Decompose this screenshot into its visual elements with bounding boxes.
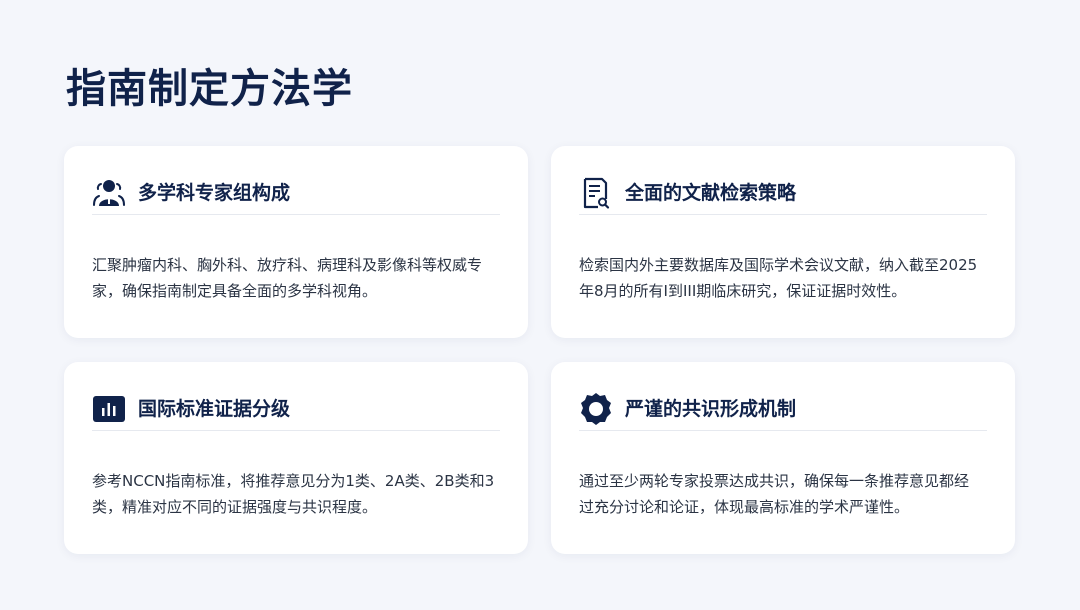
card-literature-search: 全面的文献检索策略 检索国内外主要数据库及国际学术会议文献，纳入截至2025年8… xyxy=(551,146,1015,338)
document-search-icon xyxy=(579,176,613,210)
badge-seal-icon xyxy=(579,392,613,426)
card-description: 检索国内外主要数据库及国际学术会议文献，纳入截至2025年8月的所有I到III期… xyxy=(579,256,978,300)
card-title: 全面的文献检索策略 xyxy=(625,182,797,204)
card-header: 多学科专家组构成 xyxy=(92,174,500,215)
card-header: 国际标准证据分级 xyxy=(92,390,500,431)
card-consensus-mechanism: 严谨的共识形成机制 通过至少两轮专家投票达成共识，确保每一条推荐意见都经过充分讨… xyxy=(551,362,1015,554)
card-header: 全面的文献检索策略 xyxy=(579,174,987,215)
card-title: 多学科专家组构成 xyxy=(138,182,291,204)
card-description: 通过至少两轮专家投票达成共识，确保每一条推荐意见都经过充分讨论和论证，体现最高标… xyxy=(579,472,970,516)
page-title: 指南制定方法学 xyxy=(66,66,353,112)
card-title: 国际标准证据分级 xyxy=(138,398,291,420)
user-group-icon xyxy=(92,176,126,210)
card-description: 参考NCCN指南标准，将推荐意见分为1类、2A类、2B类和3类，精准对应不同的证… xyxy=(92,472,495,516)
card-header: 严谨的共识形成机制 xyxy=(579,390,987,431)
card-evidence-grading: 国际标准证据分级 参考NCCN指南标准，将推荐意见分为1类、2A类、2B类和3类… xyxy=(64,362,528,554)
card-multidisciplinary-panel: 多学科专家组构成 汇聚肿瘤内科、胸外科、放疗科、病理科及影像科等权威专家，确保指… xyxy=(64,146,528,338)
card-description: 汇聚肿瘤内科、胸外科、放疗科、病理科及影像科等权威专家，确保指南制定具备全面的多… xyxy=(92,256,483,300)
card-title: 严谨的共识形成机制 xyxy=(625,398,797,420)
bar-chart-icon xyxy=(92,392,126,426)
